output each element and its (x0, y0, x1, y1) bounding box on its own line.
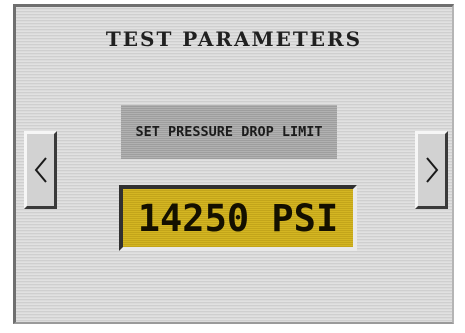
pressure-value-text: 14250 PSI (137, 196, 339, 240)
prompt-box: SET PRESSURE DROP LIMIT (121, 105, 337, 159)
hmi-panel: TEST PARAMETERS SET PRESSURE DROP LIMIT … (0, 0, 465, 333)
chevron-right-icon (424, 156, 440, 184)
prompt-label: SET PRESSURE DROP LIMIT (135, 123, 323, 140)
hmi-screen: TEST PARAMETERS SET PRESSURE DROP LIMIT … (13, 4, 454, 324)
page-title: TEST PARAMETERS (105, 27, 363, 51)
pressure-value-field[interactable]: 14250 PSI (119, 185, 357, 251)
chevron-left-icon (33, 156, 49, 184)
next-button[interactable] (415, 131, 448, 209)
previous-button[interactable] (24, 131, 57, 209)
